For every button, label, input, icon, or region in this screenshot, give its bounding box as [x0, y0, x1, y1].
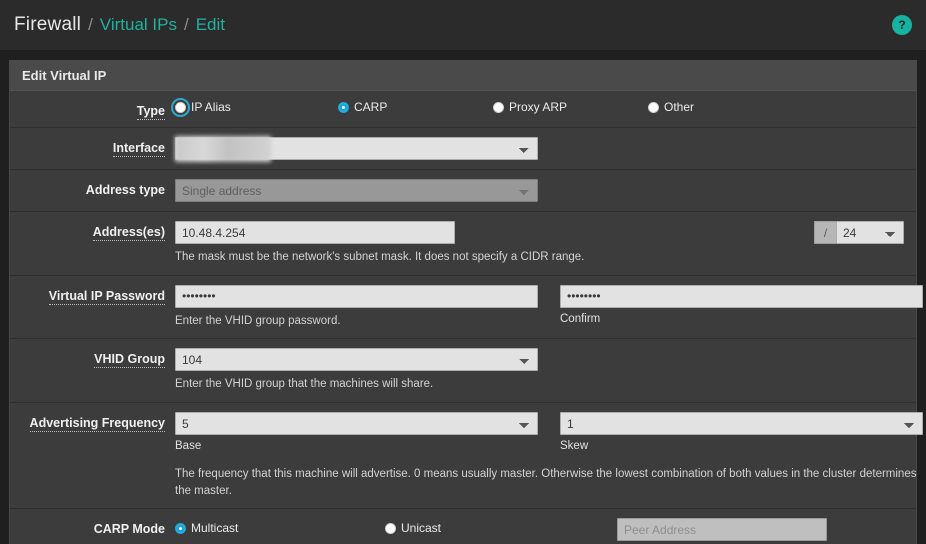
label-advertising-frequency: Advertising Frequency [29, 416, 165, 433]
radio-type-proxy-arp[interactable]: Proxy ARP [493, 100, 648, 114]
breadcrumb-separator-2: / [183, 15, 189, 34]
edit-virtual-ip-panel: Edit Virtual IP Type IP Alias CARP Proxy… [9, 60, 923, 544]
radio-type-carp[interactable]: CARP [338, 100, 493, 114]
subnet-mask-select[interactable]: 24 [836, 221, 904, 244]
vip-password-confirm-input[interactable] [560, 284, 923, 308]
radio-icon-multicast [175, 522, 186, 534]
breadcrumb-link-virtual-ips[interactable]: Virtual IPs [100, 15, 177, 35]
peer-address-wrapper [617, 518, 827, 542]
breadcrumb-link-edit[interactable]: Edit [196, 15, 225, 35]
vip-password-confirm-label: Confirm [560, 312, 601, 325]
address-input[interactable] [175, 221, 455, 244]
breadcrumb-root: Firewall [14, 14, 82, 35]
type-options: IP Alias CARP Proxy ARP Other [171, 97, 916, 117]
form-row-vhid-group: VHID Group 104 Enter the VHID group that… [10, 339, 916, 404]
radio-icon-other [648, 101, 659, 113]
breadcrumb: Firewall / Virtual IPs / Edit [14, 14, 225, 36]
address-type-select[interactable]: Single address [175, 179, 538, 202]
interface-select[interactable] [175, 137, 538, 160]
advertising-skew-label: Skew [560, 440, 589, 453]
label-carp-mode: CARP Mode [93, 522, 165, 537]
advertising-frequency-help-text: The frequency that this machine will adv… [175, 468, 917, 497]
breadcrumb-bar: Firewall / Virtual IPs / Edit ? [0, 0, 926, 50]
form-row-advertising-frequency: Advertising Frequency 5 Base 1 Skew The … [10, 403, 923, 510]
label-addresses: Address(es) [92, 225, 165, 241]
vip-password-help-text: Enter the VHID group password. [175, 314, 341, 327]
form-row-vip-password: Virtual IP Password Enter the VHID group… [10, 275, 923, 340]
question-mark-icon[interactable]: ? [892, 15, 912, 35]
label-address-type: Address type [85, 183, 165, 197]
radio-carp-mode-multicast[interactable]: Multicast [175, 521, 385, 535]
subnet-mask-group: / 24 [814, 221, 904, 244]
label-vhid-group: VHID Group [94, 352, 165, 369]
advertising-base-select[interactable]: 5 [175, 412, 538, 436]
radio-icon-ip-alias [171, 97, 190, 117]
radio-type-other[interactable]: Other [648, 100, 694, 114]
label-vip-password: Virtual IP Password [48, 288, 165, 305]
form-row-address-type: Address type Single address [10, 170, 916, 212]
form-row-carp-mode: CARP Mode Multicast Unicast [10, 509, 916, 544]
form-row-type: Type IP Alias CARP Proxy ARP Other [10, 91, 916, 128]
breadcrumb-separator-1: / [88, 15, 93, 34]
radio-icon-proxy-arp [493, 101, 504, 113]
vip-password-input[interactable] [175, 284, 538, 308]
advertising-skew-select[interactable]: 1 [560, 412, 923, 436]
label-interface: Interface [112, 141, 165, 157]
radio-type-ip-alias[interactable]: IP Alias [171, 97, 338, 117]
form-row-interface: Interface [10, 128, 916, 170]
radio-carp-mode-unicast[interactable]: Unicast [385, 521, 441, 535]
radio-icon-unicast [385, 522, 396, 534]
radio-icon-carp [338, 101, 349, 113]
panel-title: Edit Virtual IP [10, 61, 916, 91]
vhid-group-select[interactable]: 104 [175, 348, 538, 372]
vhid-group-help-text: Enter the VHID group that the machines w… [175, 378, 434, 391]
mask-prefix-addon: / [814, 221, 836, 244]
peer-address-input[interactable] [617, 518, 827, 542]
addresses-help-text: The mask must be the network's subnet ma… [175, 251, 585, 263]
advertising-base-label: Base [175, 440, 202, 453]
form-row-addresses: Address(es) The mask must be the network… [10, 212, 916, 276]
label-type: Type [136, 104, 165, 120]
